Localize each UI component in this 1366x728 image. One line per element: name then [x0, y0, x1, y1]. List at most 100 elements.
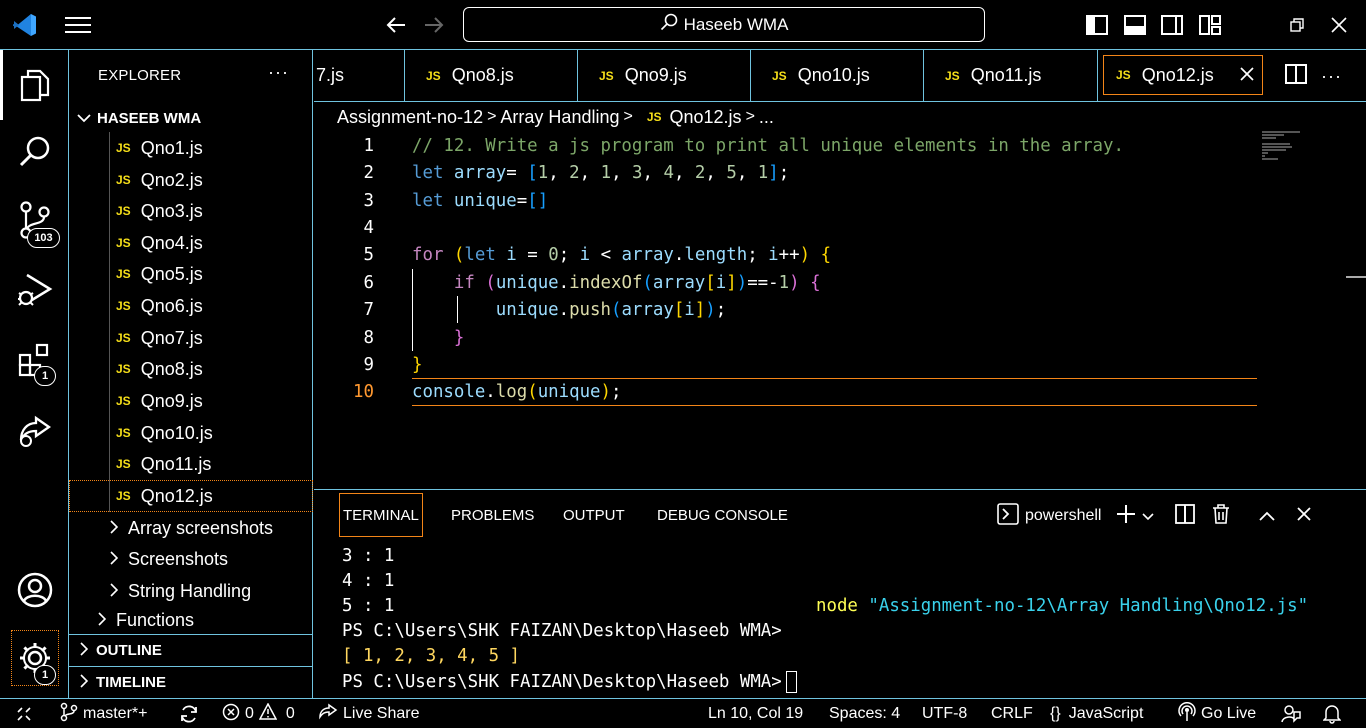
file-item-qno9[interactable]: JS Qno9.js [69, 385, 313, 417]
git-branch[interactable]: master*+ [60, 699, 147, 728]
line-ending[interactable]: CRLF [991, 699, 1033, 728]
cursor-position[interactable]: Ln 10, Col 19 [708, 699, 803, 728]
chevron-right-icon [109, 582, 119, 600]
shell-name[interactable]: powershell [1025, 507, 1101, 525]
file-item-qno2[interactable]: JS Qno2.js [69, 164, 313, 196]
close-panel-icon[interactable] [1297, 507, 1312, 525]
line-text: if (unique.indexOf(array[i])==-1) { [453, 272, 821, 293]
language-mode[interactable]: {} JavaScript [1050, 699, 1143, 728]
file-item-qno5[interactable]: JS Qno5.js [69, 258, 313, 290]
menu-icon[interactable] [63, 10, 93, 40]
close-window-icon[interactable] [1324, 10, 1354, 40]
source-control-icon[interactable]: 103 [0, 190, 69, 250]
manage-gear-icon[interactable]: 1 [11, 630, 59, 686]
go-live[interactable]: Go Live [1178, 699, 1256, 728]
explorer-icon[interactable] [0, 55, 69, 115]
js-file-icon: JS [116, 173, 131, 187]
breadcrumb-item[interactable]: ... [759, 107, 774, 128]
live-share-icon[interactable] [0, 400, 69, 460]
breadcrumb-item[interactable]: Qno12.js [670, 107, 742, 128]
back-arrow-icon[interactable] [381, 10, 411, 40]
file-item-qno7[interactable]: JS Qno7.js [69, 322, 313, 354]
terminal-prompt: PS C:\Users\SHK FAIZAN\Desktop\Haseeb WM… [342, 621, 782, 641]
folder-item-string-handling[interactable]: String Handling [69, 575, 313, 607]
problems-status[interactable]: 0 0 [222, 699, 295, 728]
js-file-icon: JS [116, 267, 131, 281]
customize-layout-icon[interactable] [1195, 10, 1225, 40]
toggle-secondary-sidebar-icon[interactable] [1157, 10, 1187, 40]
code-line: 8 } [314, 324, 1314, 351]
minimap[interactable] [1262, 131, 1302, 161]
folder-item-screenshots[interactable]: Screenshots [69, 543, 313, 575]
split-editor-icon[interactable] [1285, 63, 1307, 89]
tab-qno10[interactable]: JS Qno10.js [751, 50, 924, 101]
file-label: Qno10.js [140, 422, 213, 443]
editor-tabs: 7.js JS Qno8.js JS Qno9.js JS Qno10.js JS Qn… [314, 50, 1366, 102]
toggle-sidebar-icon[interactable] [1082, 10, 1112, 40]
sync-icon[interactable] [178, 699, 205, 728]
tab-debug-console[interactable]: DEBUG CONSOLE [657, 493, 788, 537]
maximize-panel-icon[interactable] [1259, 508, 1276, 525]
tab-qno12[interactable]: JS Qno12.js [1103, 55, 1263, 95]
tab-qno7[interactable]: 7.js [314, 50, 405, 101]
line-number: 7 [363, 299, 374, 320]
panel-tab-label: DEBUG CONSOLE [657, 506, 788, 524]
workspace-folder[interactable]: HASEEB WMA [69, 105, 313, 131]
new-terminal-icon[interactable] [1116, 504, 1136, 528]
command-center-search[interactable]: Haseeb WMA [463, 7, 985, 42]
tab-problems[interactable]: PROBLEMS [451, 493, 534, 537]
breadcrumb-item[interactable]: Assignment-no-12 [337, 107, 483, 128]
line-text: console.log(unique); [412, 381, 622, 402]
file-label: Qno12.js [140, 485, 213, 506]
file-item-qno10[interactable]: JS Qno10.js [69, 417, 313, 449]
terminal-output-array: [ 1, 2, 3, 4, 5 ] [342, 646, 520, 666]
account-icon[interactable] [0, 560, 69, 620]
line-number: 1 [363, 135, 374, 156]
code-line: 2 let array= [1, 2, 1, 3, 4, 2, 5, 1]; [314, 159, 1314, 186]
tab-qno8[interactable]: JS Qno8.js [405, 50, 578, 101]
tab-terminal[interactable]: TERMINAL [339, 493, 423, 537]
chevron-down-icon[interactable] [1142, 508, 1155, 525]
file-item-qno8[interactable]: JS Qno8.js [69, 353, 313, 385]
bottom-panel: TERMINAL PROBLEMS OUTPUT DEBUG CONSOLE p… [314, 489, 1366, 698]
trash-icon[interactable] [1212, 504, 1230, 528]
toggle-panel-icon[interactable] [1120, 10, 1150, 40]
encoding[interactable]: UTF-8 [922, 699, 967, 728]
outline-section[interactable]: OUTLINE [69, 634, 313, 666]
breadcrumb-item[interactable]: Array Handling [500, 107, 619, 128]
folder-item-array-screenshots[interactable]: Array screenshots [69, 512, 313, 544]
tab-output[interactable]: OUTPUT [563, 493, 625, 537]
tab-qno9[interactable]: JS Qno9.js [578, 50, 751, 101]
breadcrumb-separator: > [623, 108, 633, 125]
file-item-qno11[interactable]: JS Qno11.js [69, 448, 313, 480]
run-debug-icon[interactable] [0, 260, 69, 320]
notifications-bell-icon[interactable] [1323, 699, 1346, 728]
explorer-more-actions-icon[interactable]: ··· [268, 62, 289, 83]
file-item-qno3[interactable]: JS Qno3.js [69, 195, 313, 227]
file-item-qno1[interactable]: JS Qno1.js [69, 132, 313, 164]
more-actions-icon[interactable]: ··· [1321, 66, 1342, 87]
forward-arrow-icon[interactable] [419, 10, 449, 40]
split-terminal-icon[interactable] [1175, 504, 1196, 528]
js-file-icon: JS [116, 204, 131, 218]
tab-qno11[interactable]: JS Qno11.js [924, 50, 1098, 101]
file-item-qno12[interactable]: JS Qno12.js [69, 480, 313, 512]
timeline-section[interactable]: TIMELINE [69, 666, 313, 698]
live-share-status[interactable]: Live Share [318, 699, 420, 728]
extensions-icon[interactable]: 1 [0, 330, 69, 390]
feedback-icon[interactable] [1281, 699, 1306, 728]
code-editor[interactable]: 1 // 12. Write a js program to print all … [314, 131, 1366, 487]
restore-window-icon[interactable] [1282, 10, 1312, 40]
search-icon[interactable] [0, 122, 69, 182]
error-count: 0 [245, 705, 254, 722]
file-item-qno4[interactable]: JS Qno4.js [69, 227, 313, 259]
close-tab-icon[interactable] [1240, 64, 1254, 87]
indentation[interactable]: Spaces: 4 [829, 699, 900, 728]
terminal-prompt-active[interactable]: PS C:\Users\SHK FAIZAN\Desktop\Haseeb WM… [342, 671, 797, 693]
remote-icon[interactable] [16, 699, 37, 728]
file-item-qno6[interactable]: JS Qno6.js [69, 290, 313, 322]
code-line: 7 unique.push(array[i]); [314, 296, 1314, 323]
code-line: 3 let unique=[] [314, 187, 1314, 214]
outline-label: OUTLINE [96, 642, 162, 659]
folder-item-functions[interactable]: Functions [69, 606, 313, 634]
